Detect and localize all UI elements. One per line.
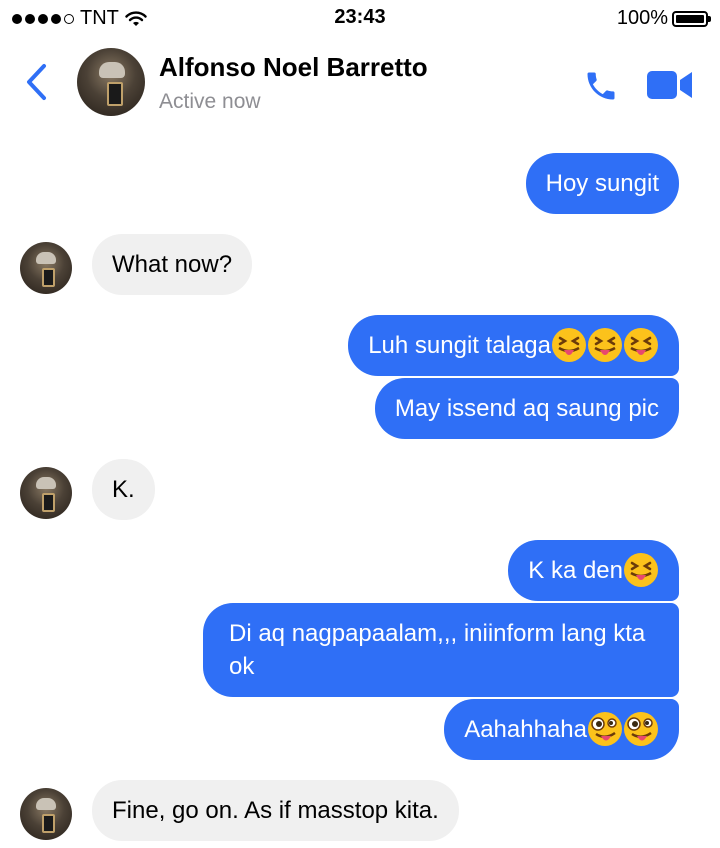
battery-status: 100%	[616, 7, 711, 30]
phone-call-icon[interactable]	[583, 68, 619, 104]
message-text: K.	[112, 476, 135, 503]
message-bubble[interactable]: K ka den	[508, 540, 679, 601]
message-outgoing[interactable]: Hoy sungit	[0, 153, 720, 214]
contact-avatar-small[interactable]	[20, 467, 72, 519]
contact-avatar-small[interactable]	[20, 242, 72, 294]
message-incoming[interactable]: What now?	[0, 234, 720, 295]
message-text: Hoy sungit	[545, 170, 659, 197]
message-text: What now?	[112, 251, 233, 278]
message-bubble[interactable]: Aahahhaha	[444, 699, 679, 760]
message-outgoing[interactable]: May issend aq saung pic	[0, 378, 720, 439]
message-bubble[interactable]: What now?	[92, 234, 253, 295]
presence-status: Active now	[159, 90, 261, 113]
message-text: Luh sungit talaga	[368, 332, 551, 359]
message-bubble[interactable]: K.	[92, 459, 155, 520]
contact-avatar-small[interactable]	[20, 788, 72, 840]
squinting-tongue-emoji-icon	[624, 552, 658, 587]
message-outgoing[interactable]: Luh sungit talaga	[0, 315, 720, 376]
message-outgoing[interactable]: K ka den	[0, 540, 720, 601]
contact-avatar[interactable]	[77, 48, 145, 116]
message-bubble[interactable]: Hoy sungit	[525, 153, 679, 214]
contact-name[interactable]: Alfonso Noel Barretto	[159, 52, 428, 83]
squinting-tongue-emoji-icon	[552, 327, 586, 362]
battery-percent: 100%	[616, 7, 668, 29]
battery-icon	[672, 10, 711, 27]
message-bubble[interactable]: Luh sungit talaga	[348, 315, 679, 376]
message-text: Aahahhaha	[464, 716, 587, 743]
message-text: K ka den	[528, 557, 623, 584]
message-bubble[interactable]: May issend aq saung pic	[374, 378, 679, 439]
message-text: Di aq nagpapaalam,,, iniinform lang kta …	[229, 620, 646, 680]
squinting-tongue-emoji-icon	[588, 327, 622, 362]
message-text: Fine, go on. As if masstop kita.	[112, 797, 439, 824]
status-bar: TNT 23:43 100%	[0, 0, 720, 36]
zany-face-emoji-icon	[624, 711, 658, 746]
back-chevron-icon[interactable]	[24, 62, 48, 102]
zany-face-emoji-icon	[588, 711, 622, 746]
message-bubble[interactable]: Fine, go on. As if masstop kita.	[92, 780, 459, 841]
squinting-tongue-emoji-icon	[624, 327, 658, 362]
clock: 23:43	[334, 6, 386, 28]
message-incoming[interactable]: Fine, go on. As if masstop kita.	[0, 780, 720, 841]
video-call-icon[interactable]	[646, 70, 694, 100]
message-outgoing[interactable]: Aahahhaha	[0, 699, 720, 760]
chat-header: Alfonso Noel Barretto Active now	[0, 36, 720, 132]
message-text: May issend aq saung pic	[394, 395, 659, 422]
message-bubble[interactable]: Di aq nagpapaalam,,, iniinform lang kta …	[203, 603, 679, 697]
message-outgoing[interactable]: Di aq nagpapaalam,,, iniinform lang kta …	[0, 603, 720, 697]
message-incoming[interactable]: K.	[0, 459, 720, 520]
